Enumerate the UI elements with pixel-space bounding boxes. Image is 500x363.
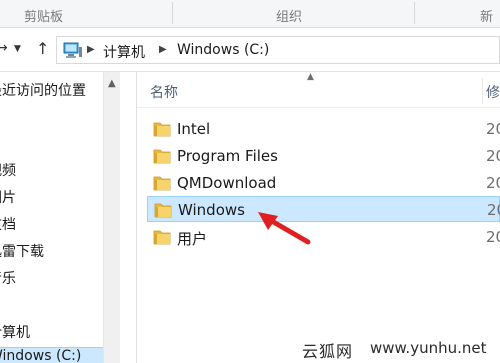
folder-icon <box>153 230 171 245</box>
file-row-intel[interactable]: Intel 20 <box>147 116 500 142</box>
nav-item-thunder-downloads[interactable]: 迅雷下载 <box>0 241 44 261</box>
ribbon-group-labels: 剪贴板 组织 新 <box>0 0 500 28</box>
nav-item-computer[interactable]: 计算机 <box>0 322 30 342</box>
file-row-windows[interactable]: Windows 20 <box>147 196 500 222</box>
recent-locations-chevron-down-icon[interactable]: ▼ <box>14 44 21 54</box>
column-separator[interactable] <box>482 78 483 104</box>
file-date: 20 <box>486 120 500 138</box>
ribbon-separator <box>414 2 415 24</box>
file-name: 用户 <box>177 230 208 248</box>
breadcrumb-separator-icon[interactable]: ▶ <box>87 44 95 55</box>
column-header-date-modified[interactable]: 修 <box>486 82 500 102</box>
column-headers: 名称 ▲ 修 <box>137 72 500 108</box>
sort-ascending-icon: ▲ <box>307 72 314 82</box>
annotation-arrow-icon <box>258 212 311 245</box>
ribbon-group-new: 新 <box>480 10 494 25</box>
folder-icon <box>153 122 171 137</box>
nav-item-pictures[interactable]: 图片 <box>0 187 16 207</box>
file-date: 20 <box>487 201 500 219</box>
folder-icon <box>154 203 172 218</box>
navigation-pane-scrollbar[interactable]: ▲ <box>103 72 120 363</box>
column-header-name[interactable]: 名称 <box>150 82 178 102</box>
up-button[interactable]: ↑ <box>36 39 49 58</box>
file-name: Program Files <box>177 147 278 165</box>
nav-item-videos[interactable]: 视频 <box>0 160 16 180</box>
file-row-users[interactable]: 用户 20 <box>147 224 500 250</box>
breadcrumb-separator-icon[interactable]: ▶ <box>159 44 167 55</box>
navigation-pane: 最近访问的位置 视频 图片 文档 迅雷下载 音乐 计算机 Windows (C:… <box>0 72 118 363</box>
file-date: 20 <box>486 228 500 246</box>
nav-item-music[interactable]: 音乐 <box>0 268 16 288</box>
watermark: 云狐网 www.yunhu.net <box>298 334 500 363</box>
file-name: Windows <box>178 201 245 219</box>
navigation-bar: → ▼ ↑ ▶ 计算机 ▶ Windows (C:) <box>0 28 500 72</box>
file-row-qmdownload[interactable]: QMDownload 20 <box>147 170 500 196</box>
nav-item-windows-c[interactable]: Windows (C:) <box>0 347 104 363</box>
file-date: 20 <box>486 174 500 192</box>
folder-icon <box>153 176 171 191</box>
file-name: Intel <box>177 120 211 138</box>
ribbon-separator <box>172 2 173 24</box>
breadcrumb-windows-c[interactable]: Windows (C:) <box>177 42 269 58</box>
nav-item-recent-places[interactable]: 最近访问的位置 <box>0 80 86 100</box>
folder-icon <box>153 149 171 164</box>
file-name: QMDownload <box>177 174 277 192</box>
ribbon-group-organize: 组织 <box>276 10 303 25</box>
forward-button[interactable]: → <box>0 40 8 56</box>
address-bar[interactable]: ▶ 计算机 ▶ Windows (C:) <box>56 36 500 64</box>
file-date: 20 <box>486 147 500 165</box>
watermark-url: www.yunhu.net <box>370 339 487 357</box>
file-row-program-files[interactable]: Program Files 20 <box>147 143 500 169</box>
watermark-brand: 云狐网 <box>302 342 354 361</box>
breadcrumb-computer[interactable]: 计算机 <box>103 42 145 62</box>
nav-item-documents[interactable]: 文档 <box>0 214 16 234</box>
computer-icon <box>63 42 82 58</box>
file-list: 名称 ▲ 修 Intel 20 Program Files 20 QMDownl… <box>137 72 500 363</box>
ribbon-group-clipboard: 剪贴板 <box>24 10 64 25</box>
scroll-up-icon[interactable]: ▲ <box>108 78 116 89</box>
